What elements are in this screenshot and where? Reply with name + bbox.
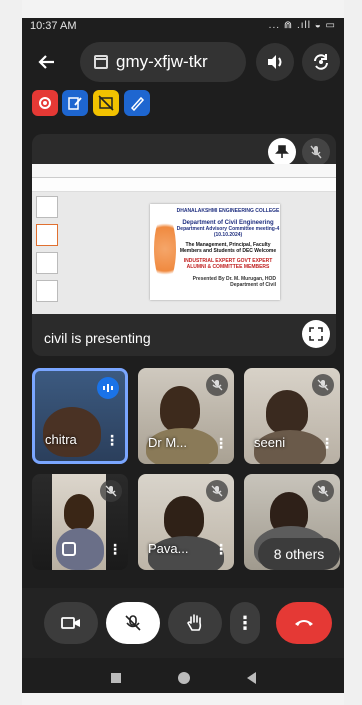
participant-name: seeni xyxy=(254,435,286,450)
note-icon xyxy=(62,542,76,556)
more-options-icon: ⋮ xyxy=(236,613,254,633)
mic-off-icon xyxy=(317,379,329,391)
raise-hand-button[interactable] xyxy=(168,602,222,644)
presenting-label: civil is presenting xyxy=(44,330,151,346)
muted-indicator xyxy=(206,480,228,502)
more-options-icon[interactable]: ⋮ xyxy=(108,542,122,556)
participant-name: chitra xyxy=(45,432,77,447)
record-icon[interactable] xyxy=(32,90,58,116)
mic-button[interactable] xyxy=(106,602,160,644)
slide-date: (10.10.2024) xyxy=(213,232,243,238)
slide-decoration xyxy=(154,214,176,284)
fullscreen-button[interactable] xyxy=(302,320,330,348)
participant-video xyxy=(266,390,308,434)
right-frame-edge xyxy=(344,0,362,705)
participant-name: Pava... xyxy=(148,541,189,556)
left-frame-edge xyxy=(0,0,22,705)
more-options-icon[interactable]: ⋮ xyxy=(214,542,228,556)
end-call-icon xyxy=(295,620,313,626)
recents-icon[interactable] xyxy=(110,673,121,683)
slide-college: DHANALAKSHMI ENGINEERING COLLEGE xyxy=(176,208,280,214)
muted-indicator xyxy=(312,374,334,396)
slide-thumbnail xyxy=(36,196,58,218)
phone-screen: 10:37 AM ... ⋒ .ıll ◒ ▭ gmy-xfjw-tkr DHA… xyxy=(22,18,344,693)
mic-off-icon xyxy=(317,485,329,497)
note-pen-icon[interactable] xyxy=(62,90,88,116)
presentation-mute-badge xyxy=(302,138,330,166)
pin-button[interactable] xyxy=(268,138,296,166)
more-options-button[interactable]: ⋮ xyxy=(230,602,260,644)
slide-guests: INDUSTRIAL EXPERT GOVT EXPERT ALUMNI & C… xyxy=(183,258,273,270)
home-icon[interactable] xyxy=(177,672,190,684)
participant-video xyxy=(164,496,204,540)
camera-icon xyxy=(61,617,80,629)
no-captions-icon[interactable] xyxy=(93,90,119,116)
back-icon[interactable] xyxy=(246,672,256,684)
system-nav-bar xyxy=(22,663,344,693)
slide-thumbnail xyxy=(36,280,58,302)
raise-hand-icon xyxy=(187,614,202,631)
participant-tile[interactable]: chitra ⋮ xyxy=(32,368,128,464)
speaker-button[interactable] xyxy=(256,43,294,81)
status-icons: ... ⋒ .ıll ◒ ▭ xyxy=(268,20,336,31)
others-button[interactable]: 8 others xyxy=(258,538,340,570)
back-arrow-icon xyxy=(38,55,54,69)
muted-indicator xyxy=(100,480,122,502)
presentation-panel[interactable]: DHANALAKSHMI ENGINEERING COLLEGE Departm… xyxy=(32,134,336,356)
more-options-icon[interactable]: ⋮ xyxy=(320,436,334,450)
switch-camera-icon xyxy=(314,54,328,70)
slide-audience: The Management, Principal, Faculty Membe… xyxy=(179,242,277,254)
slide-presenter: Presented By Dr. M. Murugan, HOD Departm… xyxy=(192,276,276,288)
pin-icon xyxy=(275,145,289,158)
camera-button[interactable] xyxy=(44,602,98,644)
participant-name: Dr M... xyxy=(148,435,187,450)
slide-thumbnails xyxy=(36,196,64,306)
participant-head xyxy=(64,494,94,530)
back-button[interactable] xyxy=(28,43,66,81)
muted-indicator xyxy=(312,480,334,502)
calendar-icon xyxy=(94,55,108,69)
shared-screen: DHANALAKSHMI ENGINEERING COLLEGE Departm… xyxy=(32,164,336,314)
participant-video xyxy=(160,386,200,432)
participant-tile[interactable]: seeni ⋮ xyxy=(244,368,340,464)
muted-indicator xyxy=(206,374,228,396)
mic-off-icon xyxy=(105,485,117,497)
mic-off-icon xyxy=(125,615,141,631)
more-options-icon[interactable]: ⋮ xyxy=(105,433,119,447)
mic-off-icon xyxy=(310,145,322,159)
mic-off-icon xyxy=(211,485,223,497)
whiteboard-pen-icon[interactable] xyxy=(124,90,150,116)
app-ribbon xyxy=(32,178,336,192)
switch-camera-button[interactable] xyxy=(302,43,340,81)
status-bar: 10:37 AM ... ⋒ .ıll ◒ ▭ xyxy=(22,18,344,36)
participant-tile[interactable]: Dr M... ⋮ xyxy=(138,368,234,464)
end-call-button[interactable] xyxy=(276,602,332,644)
participant-tile[interactable]: ⋮ xyxy=(32,474,128,570)
more-options-icon[interactable]: ⋮ xyxy=(214,436,228,450)
speaking-indicator xyxy=(97,377,119,399)
participant-tile[interactable]: Pava... ⋮ xyxy=(138,474,234,570)
speaker-icon xyxy=(268,55,282,69)
slide-thumbnail xyxy=(36,224,58,246)
status-time: 10:37 AM xyxy=(30,20,77,32)
app-title-bar xyxy=(32,164,336,178)
slide-thumbnail xyxy=(36,252,58,274)
fullscreen-icon xyxy=(309,327,323,341)
meeting-code: gmy-xfjw-tkr xyxy=(116,52,208,71)
current-slide: DHANALAKSHMI ENGINEERING COLLEGE Departm… xyxy=(150,204,280,300)
meeting-code-pill[interactable]: gmy-xfjw-tkr xyxy=(80,42,246,82)
mic-off-icon xyxy=(211,379,223,391)
audio-level-icon xyxy=(103,384,113,392)
